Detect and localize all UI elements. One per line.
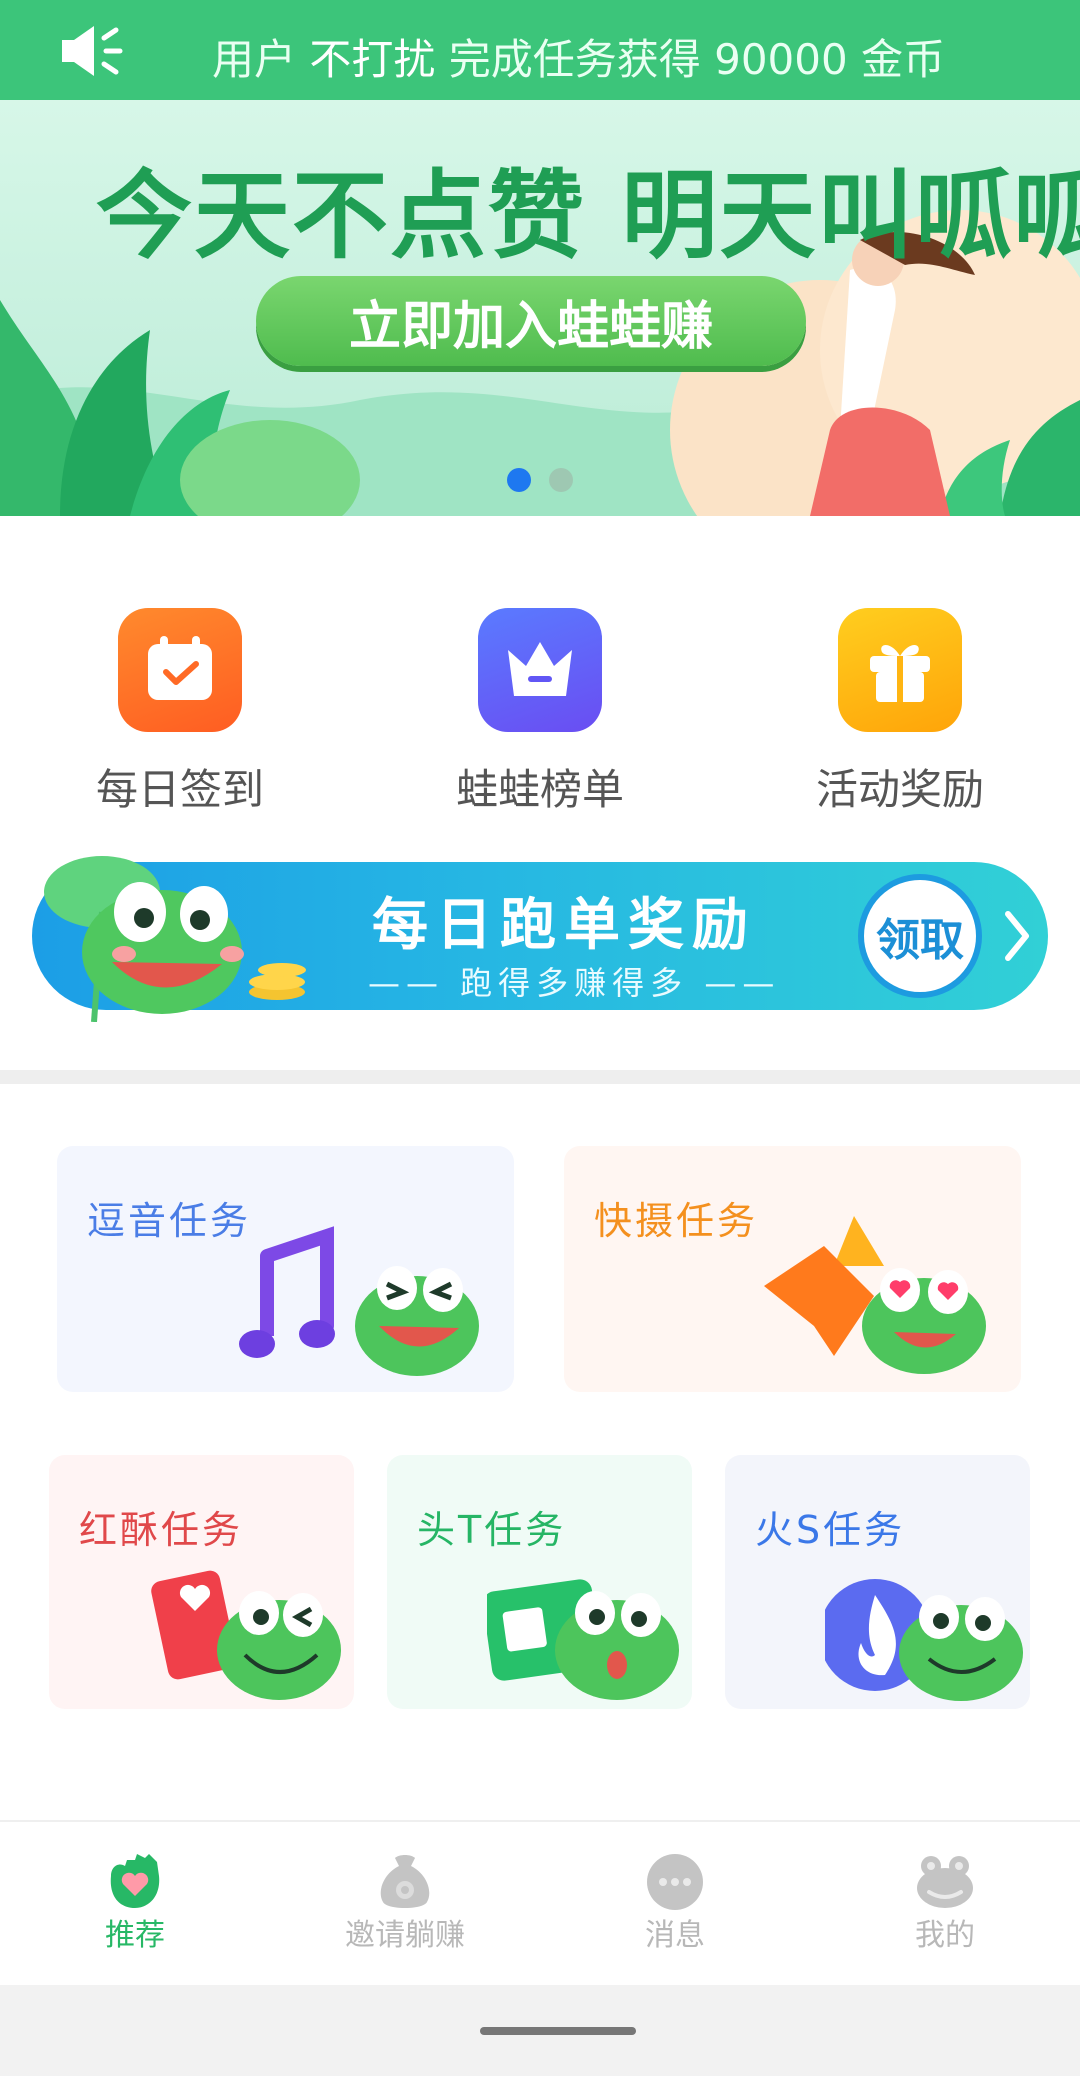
crown-icon [462, 594, 602, 734]
tab-label: 我的 [915, 1918, 975, 1953]
run-banner-title: 每日跑单奖励 [372, 893, 756, 958]
news-icon [487, 1579, 679, 1700]
task-card-label: 头T任务 [417, 1508, 567, 1552]
frog-coins-illustration [44, 856, 306, 1022]
promo-banner[interactable]: 今天不点赞 明天叫呱呱 立即加入蛙蛙赚 [0, 100, 1080, 516]
run-banner-subtitle: —— 跑得多赚得多 —— [368, 964, 781, 1002]
notice-text: 用户 不打扰 完成任务获得 90000 金币 [212, 26, 945, 87]
quick-entries: 每日签到 蛙蛙榜单 活动奖励 [0, 590, 1080, 814]
join-cta-button[interactable]: 立即加入蛙蛙赚 [256, 276, 806, 366]
chevron-right-icon [1005, 911, 1029, 961]
tab-label: 消息 [645, 1918, 705, 1953]
notice-message: 完成任务获得 90000 金币 [448, 35, 946, 84]
speaker-icon [62, 26, 123, 76]
message-icon [647, 1854, 703, 1910]
activity-reward-entry[interactable]: 活动奖励 [780, 590, 1020, 817]
flame-icon [825, 1579, 1023, 1701]
tab-mine[interactable]: 我的 [810, 1822, 1080, 1987]
notice-prefix: 用户 [212, 35, 297, 84]
carousel-dots [0, 468, 1080, 492]
notice-user: 不打扰 [309, 35, 436, 84]
task-card-label: 红酥任务 [79, 1508, 244, 1552]
banner-headline: 今天不点赞 明天叫呱呱 [96, 160, 1080, 272]
task-card-toutiao[interactable]: 头T任务 [387, 1455, 692, 1709]
tab-messages[interactable]: 消息 [540, 1822, 810, 1987]
frog-face-icon [917, 1856, 973, 1908]
tab-label: 推荐 [105, 1918, 165, 1953]
app-screen: 用户 不打扰 完成任务获得 90000 金币 今天不点赞 明天叫呱呱 立即加入蛙… [0, 0, 1080, 2076]
daily-checkin-entry[interactable]: 每日签到 [60, 590, 300, 817]
chat-bubble-icon [764, 1216, 986, 1374]
daily-run-reward-banner[interactable]: 每日跑单奖励 —— 跑得多赚得多 —— 领取 [32, 856, 1048, 1022]
system-nav-bar [0, 1985, 1080, 2076]
task-card-huoshan[interactable]: 火S任务 [725, 1455, 1030, 1709]
tab-recommend[interactable]: 推荐 [0, 1822, 270, 1987]
claim-button[interactable]: 领取 [858, 874, 982, 998]
carousel-dot[interactable] [549, 468, 573, 492]
frog-ranking-entry[interactable]: 蛙蛙榜单 [420, 590, 660, 817]
tab-invite[interactable]: 邀请躺赚 [270, 1822, 540, 1987]
task-card-label: 快摄任务 [594, 1199, 759, 1243]
gift-icon [822, 594, 962, 734]
task-card-label: 火S任务 [755, 1508, 906, 1552]
home-indicator[interactable] [480, 2027, 636, 2035]
section-divider [0, 1070, 1080, 1084]
heart-book-icon [151, 1570, 341, 1700]
bottom-tab-bar: 推荐 邀请躺赚 消息 我的 [0, 1820, 1080, 1985]
money-bag-icon [380, 1855, 430, 1908]
frog-hand-heart-icon [110, 1854, 160, 1908]
calendar-check-icon [102, 594, 242, 734]
carousel-dot-active[interactable] [507, 468, 531, 492]
quick-entry-label: 活动奖励 [815, 765, 984, 814]
task-card-hongsu[interactable]: 红酥任务 [49, 1455, 354, 1709]
notice-bar[interactable]: 用户 不打扰 完成任务获得 90000 金币 [0, 0, 1080, 100]
task-card-kuaishe[interactable]: 快摄任务 [564, 1146, 1021, 1392]
task-card-douyin[interactable]: 逗音任务 [57, 1146, 514, 1392]
quick-entry-label: 每日签到 [95, 765, 264, 814]
music-note-icon [239, 1226, 479, 1376]
tab-label: 邀请躺赚 [345, 1918, 465, 1953]
quick-entry-label: 蛙蛙榜单 [455, 765, 624, 814]
task-card-label: 逗音任务 [87, 1199, 252, 1243]
